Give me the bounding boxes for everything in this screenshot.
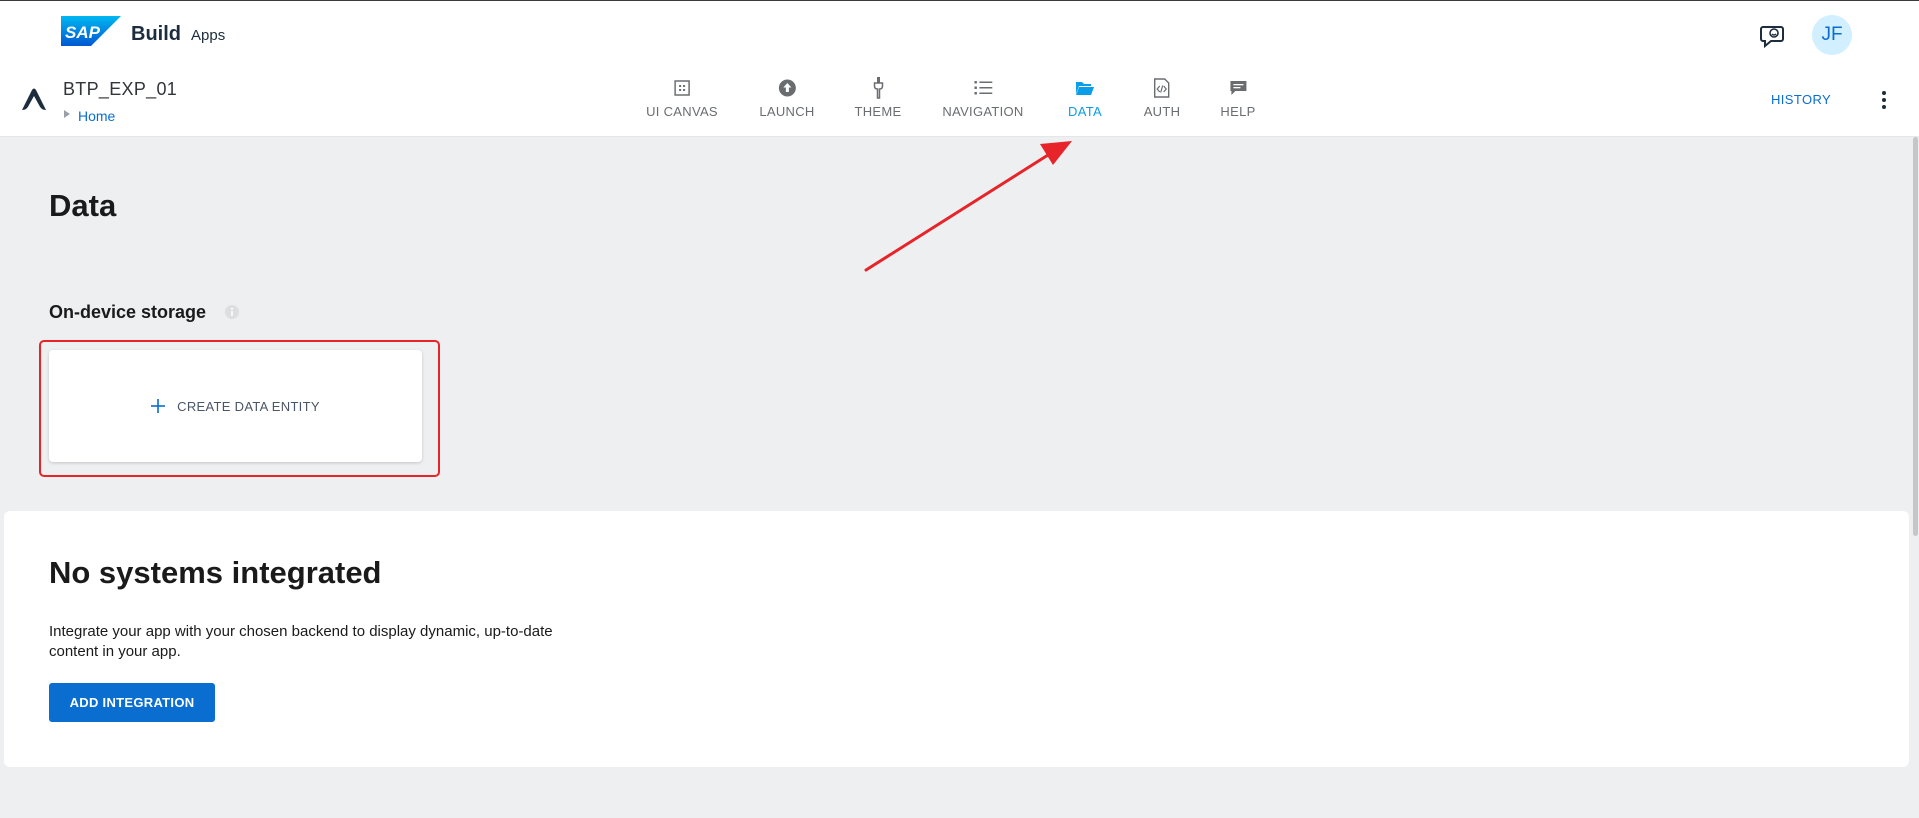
tab-ui-canvas[interactable]: UI CANVAS bbox=[646, 78, 718, 128]
tab-label: AUTH bbox=[1143, 104, 1181, 119]
tab-label: DATA bbox=[1068, 104, 1102, 119]
app-tabs: UI CANVAS LAUNCH THEME NAVIGATION DATA A… bbox=[0, 66, 1919, 136]
brand-subtitle: Apps bbox=[191, 27, 226, 44]
history-link[interactable]: HISTORY bbox=[1771, 92, 1831, 107]
svg-text:SAP: SAP bbox=[65, 23, 101, 42]
brush-icon bbox=[868, 77, 888, 99]
vertical-dots-icon[interactable] bbox=[1876, 88, 1892, 112]
integration-panel: No systems integrated Integrate your app… bbox=[4, 511, 1909, 767]
vertical-scrollbar[interactable] bbox=[1913, 137, 1919, 818]
tab-navigation[interactable]: NAVIGATION bbox=[942, 78, 1023, 128]
info-icon[interactable] bbox=[224, 304, 240, 320]
message-icon bbox=[1228, 78, 1248, 98]
folder-open-icon bbox=[1075, 78, 1095, 98]
user-avatar[interactable]: JF bbox=[1812, 15, 1852, 55]
brand-title: Build bbox=[131, 23, 181, 45]
tab-launch[interactable]: LAUNCH bbox=[759, 78, 814, 128]
tab-label: NAVIGATION bbox=[942, 104, 1024, 119]
storage-section-title: On-device storage bbox=[49, 302, 207, 322]
tab-data[interactable]: DATA bbox=[1068, 78, 1102, 128]
tab-label: THEME bbox=[854, 104, 902, 119]
integration-description: Integrate your app with your chosen back… bbox=[49, 623, 553, 660]
plus-icon bbox=[151, 399, 166, 413]
add-integration-button[interactable]: ADD INTEGRATION bbox=[49, 683, 215, 722]
page-title: Data bbox=[49, 188, 117, 223]
upload-circle-icon bbox=[777, 78, 797, 98]
code-file-icon bbox=[1152, 78, 1172, 98]
chat-feedback-icon[interactable] bbox=[1759, 22, 1785, 48]
tab-label: LAUNCH bbox=[759, 104, 815, 119]
shell-bar: SAP Build Apps JF bbox=[0, 0, 1919, 66]
tab-auth[interactable]: AUTH bbox=[1144, 78, 1181, 128]
tab-label: UI CANVAS bbox=[646, 104, 718, 119]
app-header: BTP_EXP_01 Home UI CANVAS LAUNCH THEME N… bbox=[0, 66, 1919, 137]
tab-help[interactable]: HELP bbox=[1220, 78, 1255, 128]
integration-title: No systems integrated bbox=[49, 555, 382, 590]
create-data-entity-button[interactable]: CREATE DATA ENTITY bbox=[49, 350, 422, 462]
list-icon bbox=[973, 78, 993, 98]
sap-logo: SAP bbox=[61, 16, 121, 46]
canvas-grid-icon bbox=[672, 78, 692, 98]
create-data-entity-label: CREATE DATA ENTITY bbox=[177, 398, 320, 414]
tab-label: HELP bbox=[1220, 104, 1256, 119]
tab-theme[interactable]: THEME bbox=[854, 77, 902, 128]
scrollbar-thumb[interactable] bbox=[1913, 137, 1918, 536]
